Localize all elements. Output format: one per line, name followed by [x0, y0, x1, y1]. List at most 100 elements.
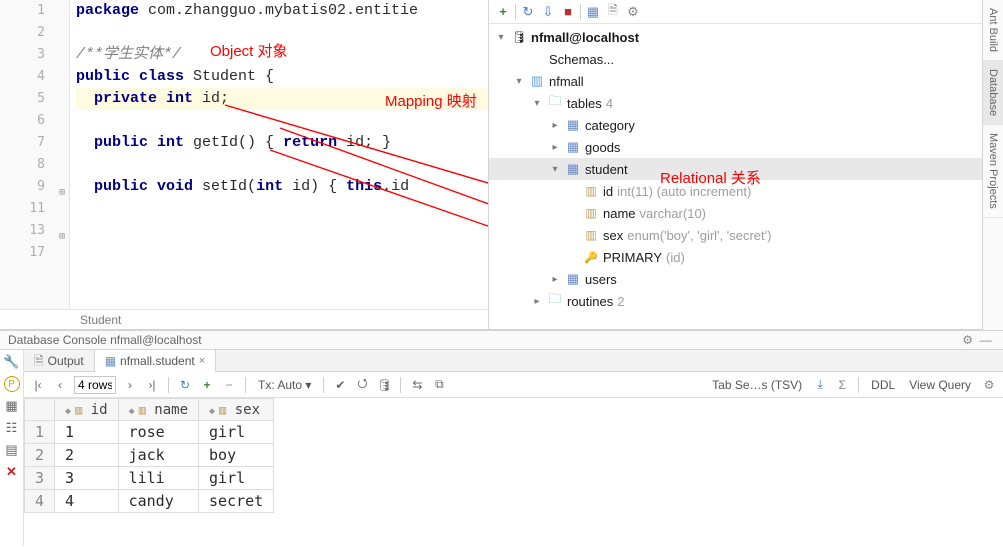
- tab-output[interactable]: Output: [24, 350, 95, 371]
- table-row[interactable]: 11rosegirl: [25, 421, 274, 444]
- next-page-icon[interactable]: [122, 377, 138, 393]
- rownum-cell: 1: [25, 421, 55, 444]
- cell-sex[interactable]: secret: [199, 490, 274, 513]
- cell-name[interactable]: lili: [118, 467, 198, 490]
- editor-breadcrumb[interactable]: Student: [0, 309, 488, 329]
- schema-node[interactable]: ▾nfmall: [489, 70, 1003, 92]
- aggregate-icon[interactable]: [834, 377, 850, 393]
- add-row-icon[interactable]: [199, 377, 215, 393]
- delete-row-icon[interactable]: [221, 377, 237, 393]
- pin-icon[interactable]: P: [4, 376, 20, 392]
- add-datasource-icon[interactable]: [495, 4, 511, 20]
- column-node-name[interactable]: namevarchar(10): [489, 202, 1003, 224]
- ddl-button[interactable]: DDL: [867, 378, 899, 392]
- prev-page-icon[interactable]: [52, 377, 68, 393]
- tab-result[interactable]: nfmall.student ×: [95, 350, 217, 372]
- first-page-icon[interactable]: [30, 377, 46, 393]
- primary-key-node[interactable]: PRIMARY(id): [489, 246, 1003, 268]
- datasource-node[interactable]: ▾nfmall@localhost: [489, 26, 1003, 48]
- open-console-icon[interactable]: [605, 4, 621, 20]
- code-line[interactable]: private int id;: [76, 88, 488, 110]
- table-row[interactable]: 33liligirl: [25, 467, 274, 490]
- result-grid[interactable]: ◆ id◆ name◆ sex11rosegirl22jackboy33lili…: [24, 398, 1003, 513]
- cell-id[interactable]: 3: [55, 467, 119, 490]
- close-tab-icon[interactable]: ×: [199, 350, 205, 372]
- cell-sex[interactable]: girl: [199, 467, 274, 490]
- result-settings-icon[interactable]: [981, 377, 997, 393]
- code-line[interactable]: public int getId() { return id; }: [76, 132, 488, 154]
- sync-icon[interactable]: [540, 4, 556, 20]
- datasource-properties-icon[interactable]: [625, 4, 641, 20]
- code-line[interactable]: public class Student {: [76, 66, 488, 88]
- column-header-name[interactable]: ◆ name: [118, 399, 198, 421]
- twisty-icon[interactable]: ▾: [531, 98, 543, 109]
- table-row[interactable]: 44candysecret: [25, 490, 274, 513]
- twisty-icon[interactable]: ▾: [549, 164, 561, 175]
- dock-ant-build[interactable]: Ant Build: [983, 0, 1003, 61]
- cell-id[interactable]: 4: [55, 490, 119, 513]
- rows-input[interactable]: [74, 376, 116, 394]
- dock-database[interactable]: Database: [983, 61, 1003, 125]
- dock-maven-projects[interactable]: Maven Projects: [983, 125, 1003, 218]
- code-line[interactable]: /**学生实体*/: [76, 44, 488, 66]
- console-tabs: Output nfmall.student ×: [24, 350, 1003, 372]
- cell-name[interactable]: candy: [118, 490, 198, 513]
- last-page-icon[interactable]: [144, 377, 160, 393]
- table-node-users[interactable]: ▸users: [489, 268, 1003, 290]
- console-settings-icon[interactable]: [962, 333, 973, 347]
- reload-icon[interactable]: [177, 377, 193, 393]
- twisty-icon[interactable]: ▾: [495, 32, 507, 43]
- fold-icon[interactable]: ⊞: [59, 182, 65, 204]
- close-icon[interactable]: ✕: [4, 464, 20, 480]
- cell-sex[interactable]: boy: [199, 444, 274, 467]
- table-row[interactable]: 22jackboy: [25, 444, 274, 467]
- schemas-link[interactable]: Schemas...: [489, 48, 1003, 70]
- filter-toggle-icon[interactable]: ⇆: [409, 377, 425, 393]
- cell-id[interactable]: 2: [55, 444, 119, 467]
- rollback-icon[interactable]: ⭯: [354, 377, 370, 393]
- twisty-icon[interactable]: ▸: [549, 274, 561, 285]
- column-node-id[interactable]: idint(11) (auto increment): [489, 180, 1003, 202]
- code-line[interactable]: public void setId(int id) { this.id: [76, 176, 488, 198]
- code-line[interactable]: [76, 154, 488, 176]
- routines-folder[interactable]: ▸routines2: [489, 290, 1003, 312]
- export-icon[interactable]: [812, 377, 828, 393]
- console-hide-icon[interactable]: —: [976, 333, 995, 347]
- filter-icon[interactable]: ▤: [4, 442, 20, 458]
- tab-separated-label[interactable]: Tab Se…s (TSV): [708, 378, 806, 392]
- database-toolbar: [489, 0, 1003, 24]
- node-label: id: [603, 184, 613, 199]
- code-editor[interactable]: 123456789⊞1113⊞17 package com.zhangguo.m…: [0, 0, 489, 329]
- table-node-category[interactable]: ▸category: [489, 114, 1003, 136]
- commit-icon[interactable]: ✔: [332, 377, 348, 393]
- columns-icon[interactable]: ☷: [4, 420, 20, 436]
- table-node-goods[interactable]: ▸goods: [489, 136, 1003, 158]
- wrench-icon[interactable]: 🔧: [4, 354, 20, 370]
- cell-id[interactable]: 1: [55, 421, 119, 444]
- table-node-student[interactable]: ▾student: [489, 158, 1003, 180]
- tables-folder[interactable]: ▾tables4: [489, 92, 1003, 114]
- layout-icon[interactable]: ▦: [4, 398, 20, 414]
- twisty-icon[interactable]: ▸: [549, 120, 561, 131]
- tx-mode[interactable]: Tx: Auto ▾: [254, 378, 315, 392]
- column-header-sex[interactable]: ◆ sex: [199, 399, 274, 421]
- code-line[interactable]: package com.zhangguo.mybatis02.entitie: [76, 0, 488, 22]
- code-line[interactable]: [76, 110, 488, 132]
- twisty-icon[interactable]: ▾: [513, 76, 525, 87]
- twisty-icon[interactable]: ▸: [549, 142, 561, 153]
- refresh-icon[interactable]: [520, 4, 536, 20]
- cell-name[interactable]: rose: [118, 421, 198, 444]
- view-query-button[interactable]: View Query: [905, 378, 975, 392]
- group-icon[interactable]: ⧉: [431, 377, 447, 393]
- code-line[interactable]: [76, 22, 488, 44]
- column-node-sex[interactable]: sexenum('boy', 'girl', 'secret'): [489, 224, 1003, 246]
- dump-db-icon[interactable]: [376, 377, 392, 393]
- cell-sex[interactable]: girl: [199, 421, 274, 444]
- code-line[interactable]: [76, 198, 488, 220]
- open-table-icon[interactable]: [585, 4, 601, 20]
- column-header-id[interactable]: ◆ id: [55, 399, 119, 421]
- twisty-icon[interactable]: ▸: [531, 296, 543, 307]
- cell-name[interactable]: jack: [118, 444, 198, 467]
- fold-icon[interactable]: ⊞: [59, 226, 65, 248]
- stop-icon[interactable]: [560, 4, 576, 20]
